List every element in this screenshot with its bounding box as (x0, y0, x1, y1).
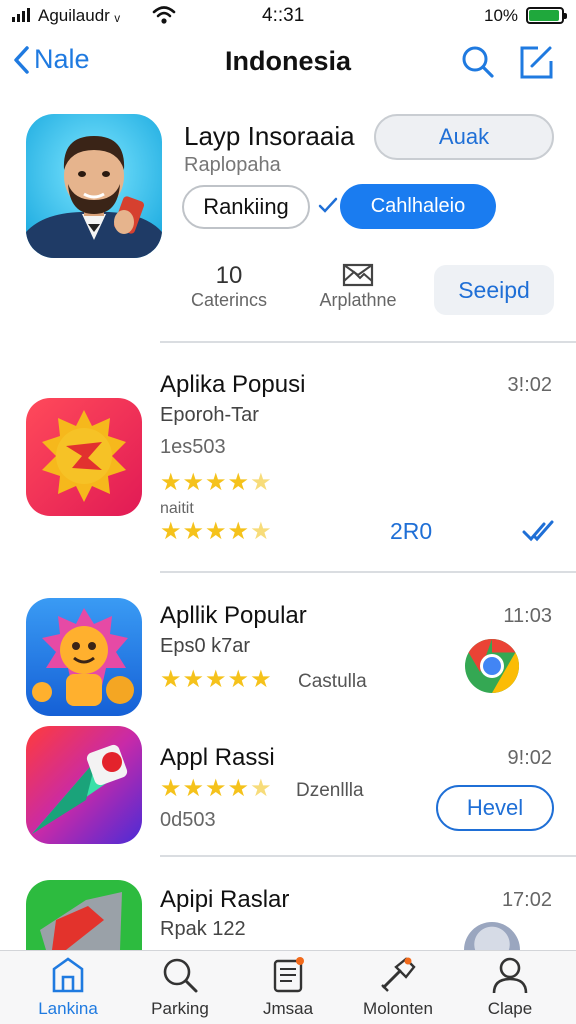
search-icon (130, 955, 230, 995)
app-code: 0d503 (160, 809, 216, 831)
star-filled-icon: ★ (160, 469, 183, 496)
tab-label: Molonten (363, 999, 433, 1018)
clock: 4::31 (262, 5, 305, 26)
tab-molonten[interactable]: Molonten (348, 955, 448, 1019)
star-filled-icon: ★ (205, 775, 228, 802)
star-empty-icon: ★ (250, 775, 273, 802)
tab-clape[interactable]: Clape (460, 955, 560, 1019)
app-name: Appl Rassi (160, 744, 275, 771)
chrome-icon[interactable] (464, 638, 520, 694)
app-count: 2R0 (390, 518, 433, 544)
stat-apps: Arplathne (310, 262, 406, 311)
battery-percent: 10% (484, 6, 519, 25)
stat-categories-label: Caterincs (190, 290, 268, 310)
stat-apps-label: Arplathne (319, 290, 397, 310)
signal-icon (12, 8, 30, 22)
star-filled-icon: ★ (182, 469, 206, 496)
tools-icon (348, 955, 448, 995)
star-rating: ★★★★★ (160, 777, 273, 801)
navigation-bar: Nale Indonesia (0, 36, 576, 90)
star-filled-icon: ★ (250, 666, 273, 693)
mail-icon (310, 262, 406, 290)
app-category-label: Castulla (298, 671, 367, 692)
tab-label: Clape (487, 999, 533, 1018)
star-filled-icon: ★ (160, 518, 183, 545)
check-icon (318, 196, 338, 219)
featured-app-icon[interactable] (26, 114, 162, 258)
star-rating: ★★★★★ (160, 668, 273, 692)
star-filled-icon: ★ (160, 775, 183, 802)
app-time: 11:03 (503, 605, 552, 627)
stat-categories: 10 Caterincs (186, 262, 272, 311)
app-icon-apipi-raslar[interactable] (26, 880, 142, 950)
star-rating: ★★★★★ (160, 520, 273, 544)
app-code: 1es503 (160, 436, 226, 458)
section-divider (160, 855, 576, 857)
star-filled-icon: ★ (160, 666, 183, 693)
app-name: Aplika Popusi (160, 371, 306, 398)
star-filled-icon: ★ (227, 666, 251, 693)
star-filled-icon: ★ (227, 469, 251, 496)
star-empty-icon: ★ (250, 518, 273, 545)
tab-label: Parking (151, 999, 209, 1018)
primary-action-button[interactable]: Cahlhaleio (340, 184, 496, 229)
app-icon-aplika-popusi[interactable] (26, 398, 142, 516)
star-filled-icon: ★ (227, 775, 251, 802)
star-empty-icon: ★ (250, 469, 273, 496)
tab-parking[interactable]: Parking (130, 955, 230, 1019)
star-filled-icon: ★ (227, 518, 251, 545)
app-name: Apipi Raslar (160, 886, 290, 913)
section-divider (160, 571, 576, 573)
star-filled-icon: ★ (205, 666, 228, 693)
search-icon (462, 46, 494, 78)
app-time: 9!:02 (507, 747, 552, 769)
profile-icon (460, 955, 560, 995)
app-category-label: Dzenllla (296, 780, 364, 801)
section-divider (160, 341, 576, 343)
app-icon-apllik-popular[interactable] (26, 598, 142, 716)
stat-categories-value: 10 (215, 262, 243, 289)
featured-app-subtitle: Raplopaha (184, 154, 281, 176)
tab-label: Lankina (38, 999, 98, 1018)
app-action-button[interactable]: Hevel (436, 785, 554, 831)
star-filled-icon: ★ (205, 469, 228, 496)
star-rating: ★★★★★ (160, 471, 273, 495)
app-developer: Eporoh-Tar (160, 404, 259, 426)
star-filled-icon: ★ (182, 666, 206, 693)
app-time: 17:02 (501, 889, 552, 911)
compose-icon (520, 46, 553, 79)
get-button[interactable]: Auak (374, 114, 554, 160)
star-filled-icon: ★ (182, 775, 206, 802)
compose-button[interactable] (518, 44, 556, 85)
see-all-button[interactable]: Seeipd (434, 265, 554, 315)
home-icon (18, 955, 118, 995)
star-filled-icon: ★ (205, 518, 228, 545)
wifi-icon (152, 5, 176, 30)
featured-app-title: Layp Insoraaia (184, 121, 355, 151)
app-name: Apllik Popular (160, 602, 307, 629)
tab-label: Jmsaa (262, 999, 314, 1018)
star-filled-icon: ★ (182, 518, 206, 545)
tab-bar: Lankina Parking Jmsaa Molonten Clape (0, 950, 576, 1024)
tab-lankina[interactable]: Lankina (18, 955, 118, 1019)
app-icon-appl-rassi[interactable] (26, 726, 142, 844)
tab-jmsaa[interactable]: Jmsaa (238, 955, 338, 1019)
status-bar: Aguilaudr ᵥ 4::31 10% (0, 0, 576, 32)
carrier-label: Aguilaudr ᵥ (38, 6, 121, 25)
double-check-icon[interactable] (522, 518, 554, 549)
news-icon (238, 955, 338, 995)
ranking-button[interactable]: Rankiing (182, 185, 310, 229)
app-extra: naitit (160, 500, 194, 517)
app-developer: Rpak 122 (160, 918, 246, 940)
app-developer: Eps0 k7ar (160, 635, 251, 657)
app-time: 3!:02 (507, 374, 552, 396)
search-button[interactable] (460, 44, 496, 85)
battery-icon (526, 7, 567, 24)
